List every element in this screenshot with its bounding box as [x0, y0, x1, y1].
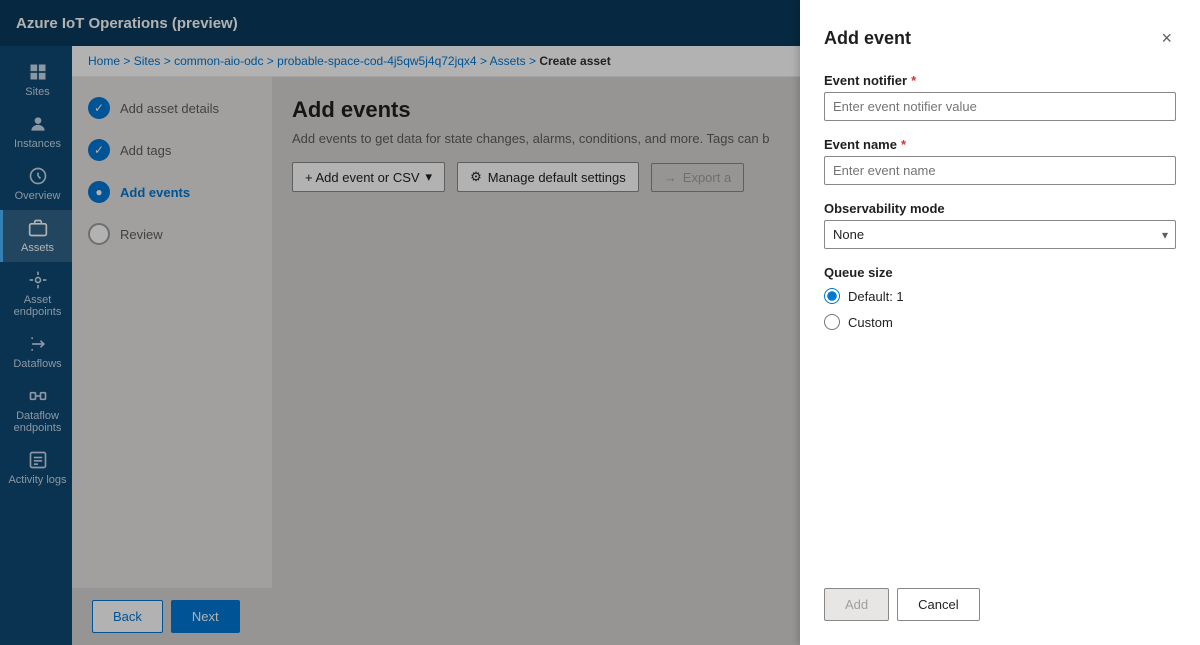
radio-custom[interactable]: Custom [824, 314, 1176, 330]
observability-mode-label: Observability mode [824, 201, 1176, 216]
event-name-input[interactable] [824, 156, 1176, 185]
queue-size-label: Queue size [824, 265, 1176, 280]
observability-mode-select-wrapper: None Gauge Counter Histogram Log ▾ [824, 220, 1176, 249]
radio-default-label: Default: 1 [848, 289, 904, 304]
radio-custom-input[interactable] [824, 314, 840, 330]
radio-default-input[interactable] [824, 288, 840, 304]
event-notifier-label: Event notifier * [824, 73, 1176, 88]
event-name-label: Event name * [824, 137, 1176, 152]
panel-close-button[interactable]: × [1157, 24, 1176, 53]
add-event-panel: Add event × Event notifier * Event name … [800, 0, 1200, 645]
radio-default[interactable]: Default: 1 [824, 288, 1176, 304]
panel-header: Add event × [824, 24, 1176, 53]
panel-title: Add event [824, 28, 911, 49]
add-button[interactable]: Add [824, 588, 889, 621]
event-notifier-field: Event notifier * [824, 73, 1176, 121]
radio-custom-label: Custom [848, 315, 893, 330]
overlay: Add event × Event notifier * Event name … [0, 0, 1200, 645]
panel-footer: Add Cancel [824, 568, 1176, 621]
queue-size-field: Queue size Default: 1 Custom [824, 265, 1176, 330]
event-name-field: Event name * [824, 137, 1176, 185]
observability-mode-select[interactable]: None Gauge Counter Histogram Log [824, 220, 1176, 249]
cancel-button[interactable]: Cancel [897, 588, 979, 621]
required-star-2: * [901, 137, 906, 152]
queue-size-radio-group: Default: 1 Custom [824, 288, 1176, 330]
observability-mode-field: Observability mode None Gauge Counter Hi… [824, 201, 1176, 249]
required-star: * [911, 73, 916, 88]
event-notifier-input[interactable] [824, 92, 1176, 121]
